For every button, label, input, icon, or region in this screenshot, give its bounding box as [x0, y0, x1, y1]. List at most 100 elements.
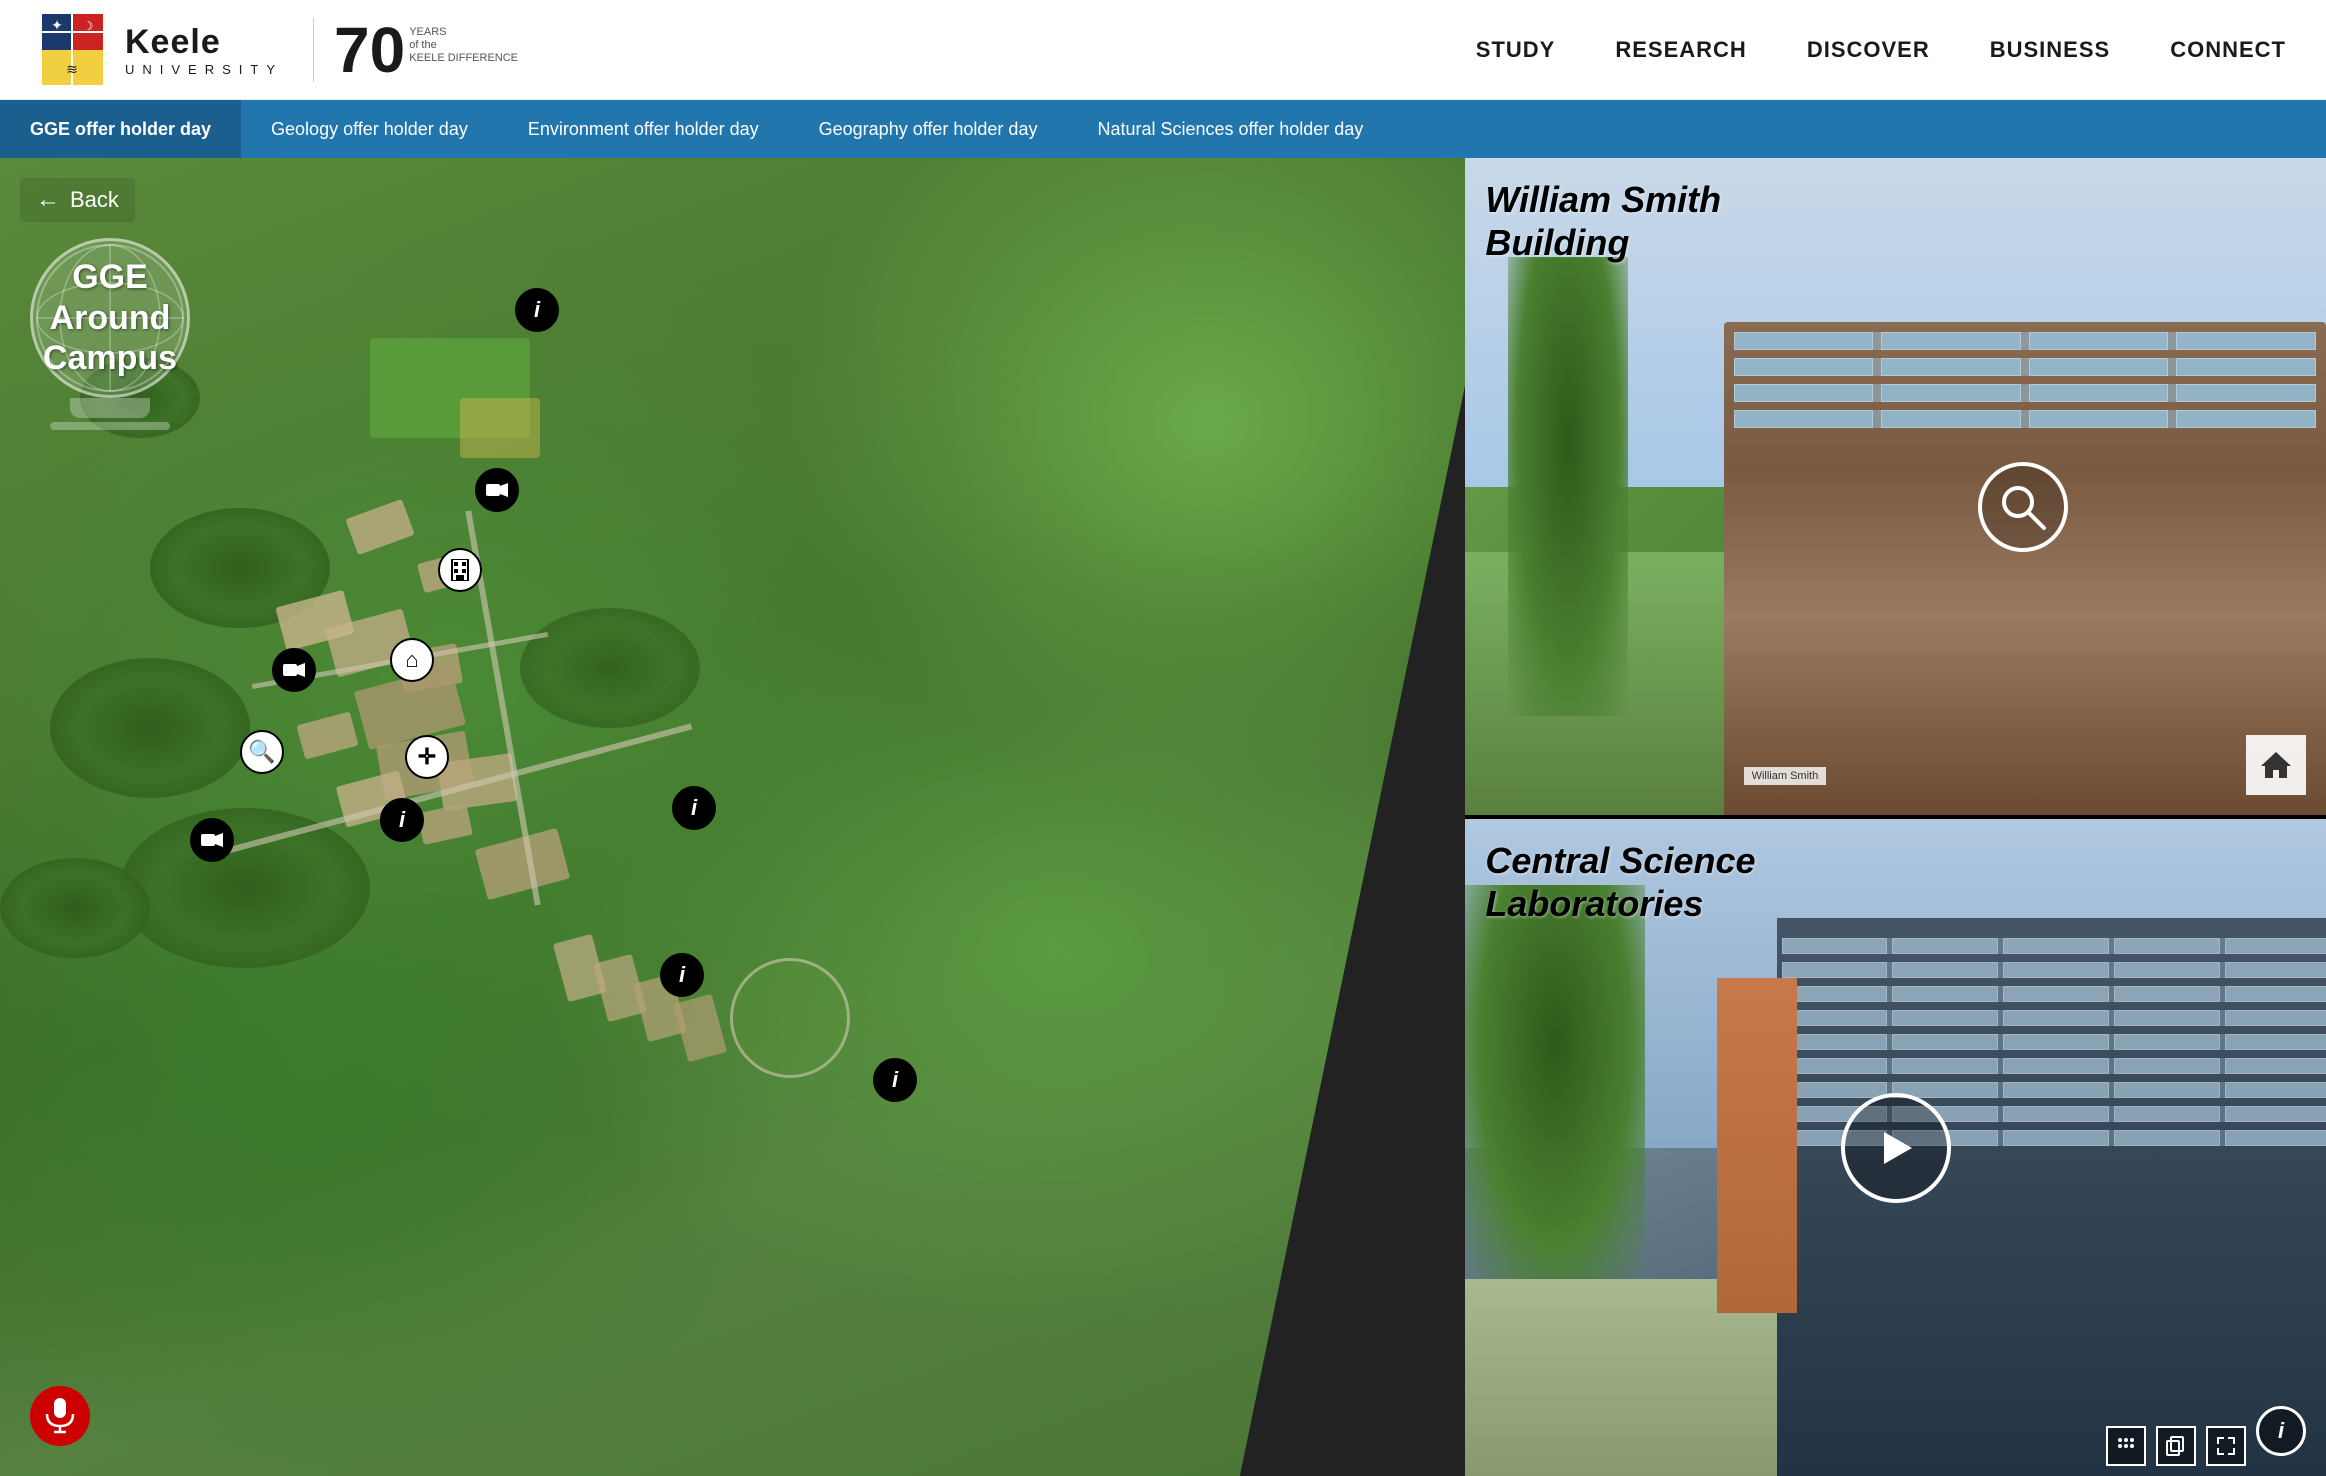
globe-stand — [70, 398, 150, 418]
william-home-button[interactable] — [2246, 735, 2306, 795]
subnav-geology[interactable]: Geology offer holder day — [241, 100, 498, 158]
sci-cell — [2114, 1106, 2220, 1122]
map-buildings[interactable] — [438, 548, 482, 592]
globe-circle: GGE Around Campus — [30, 238, 190, 398]
science-window-row-2 — [1782, 962, 2326, 978]
nav-study[interactable]: STUDY — [1476, 37, 1556, 63]
win-cell — [1734, 410, 1874, 428]
subnav-natural-sciences[interactable]: Natural Sciences offer holder day — [1067, 100, 1393, 158]
subnav-environment[interactable]: Environment offer holder day — [498, 100, 789, 158]
globe-lines-icon — [33, 241, 187, 395]
sci-cell — [2003, 962, 2109, 978]
nav-business[interactable]: BUSINESS — [1990, 37, 2110, 63]
grid-dots-icon — [2116, 1436, 2136, 1456]
sci-cell — [2003, 1082, 2109, 1098]
science-play-button[interactable] — [1841, 1093, 1951, 1203]
home-icon: ⌂ — [390, 638, 434, 682]
video-icon-2 — [272, 648, 316, 692]
campus-map[interactable]: ← Back GGE Around Campus — [0, 158, 1512, 1476]
subnav: GGE offer holder day Geology offer holde… — [0, 100, 2326, 158]
sci-cell — [2114, 938, 2220, 954]
subnav-gge[interactable]: GGE offer holder day — [0, 100, 241, 158]
building-5 — [296, 711, 358, 759]
microphone-icon — [45, 1398, 75, 1434]
science-building-facade — [1777, 918, 2326, 1476]
win-cell — [2029, 358, 2169, 376]
map-info-4[interactable]: i — [660, 953, 704, 997]
microphone-button[interactable] — [30, 1386, 90, 1446]
info-icon-1: i — [515, 288, 559, 332]
subnav-geography[interactable]: Geography offer holder day — [789, 100, 1068, 158]
svg-text:✦: ✦ — [51, 17, 63, 33]
copy-icon — [2166, 1436, 2186, 1456]
sci-cell — [1782, 986, 1888, 1002]
map-video-3[interactable] — [190, 818, 234, 862]
building-9 — [417, 803, 473, 845]
map-info-1[interactable]: i — [515, 288, 559, 332]
header: ✦ ☽ ≋ Keele UNIVERSITY 70 YEARS of the K… — [0, 0, 2326, 100]
map-move[interactable]: ✛ — [405, 735, 449, 779]
win-cell — [2029, 384, 2169, 402]
map-info-3[interactable]: i — [672, 786, 716, 830]
win-cell — [2176, 332, 2316, 350]
map-search[interactable]: 🔍 — [240, 730, 284, 774]
map-info-2[interactable]: i — [380, 798, 424, 842]
win-cell — [1881, 358, 2021, 376]
sci-cell — [2003, 1034, 2109, 1050]
william-sign: William Smith — [1744, 767, 1827, 785]
william-search-button[interactable] — [1978, 462, 2068, 552]
win-cell — [2176, 410, 2316, 428]
sci-cell — [1782, 1082, 1888, 1098]
science-info-button[interactable]: i — [2256, 1406, 2306, 1456]
building-11 — [345, 499, 414, 555]
sci-cell — [2114, 1082, 2220, 1098]
info-icon-4: i — [660, 953, 704, 997]
buildings-icon — [438, 548, 482, 592]
william-window-row-4 — [1734, 410, 2316, 428]
william-smith-card: William Smith William Smith Building — [1465, 158, 2326, 819]
science-bg-building — [1717, 978, 1797, 1313]
science-window-row-4 — [1782, 1010, 2326, 1026]
globe-base — [50, 422, 170, 430]
sci-cell — [2225, 1106, 2326, 1122]
map-video-1[interactable] — [475, 468, 519, 512]
sci-cell — [1782, 1034, 1888, 1050]
info-icon-3: i — [672, 786, 716, 830]
sci-cell — [1782, 938, 1888, 954]
video-icon-1 — [475, 468, 519, 512]
copy-button[interactable] — [2156, 1426, 2196, 1466]
logo-area: ✦ ☽ ≋ Keele UNIVERSITY 70 YEARS of the K… — [40, 12, 518, 87]
sci-cell — [2114, 986, 2220, 1002]
map-home[interactable]: ⌂ — [390, 638, 434, 682]
science-info-icon: i — [2278, 1418, 2284, 1444]
nav-connect[interactable]: CONNECT — [2170, 37, 2286, 63]
william-home-icon — [2259, 750, 2293, 780]
nav-research[interactable]: RESEARCH — [1615, 37, 1746, 63]
map-info-5[interactable]: i — [873, 1058, 917, 1102]
science-tree — [1465, 885, 1645, 1279]
back-button[interactable]: ← Back — [20, 178, 135, 222]
sci-cell — [2225, 986, 2326, 1002]
map-video-2[interactable] — [272, 648, 316, 692]
play-icon — [1876, 1128, 1916, 1168]
william-building-facade: William Smith — [1724, 322, 2326, 815]
sci-cell — [1892, 1034, 1998, 1050]
science-window-row-6 — [1782, 1058, 2326, 1074]
sci-cell — [2225, 1130, 2326, 1146]
svg-text:≋: ≋ — [66, 61, 78, 77]
sci-cell — [2114, 962, 2220, 978]
william-search-icon — [1998, 482, 2048, 532]
sci-cell — [2225, 1010, 2326, 1026]
sci-cell — [2114, 1058, 2220, 1074]
expand-button[interactable] — [2206, 1426, 2246, 1466]
nav-discover[interactable]: DISCOVER — [1807, 37, 1930, 63]
sci-cell — [2003, 1130, 2109, 1146]
sci-cell — [1892, 1058, 1998, 1074]
sci-cell — [2114, 1130, 2220, 1146]
grid-dots-button[interactable] — [2106, 1426, 2146, 1466]
science-title: Central Science Laboratories — [1485, 839, 1755, 925]
sci-cell — [2225, 1034, 2326, 1050]
win-cell — [2176, 384, 2316, 402]
accom-4 — [673, 994, 727, 1062]
william-title-line1: William Smith — [1485, 178, 1721, 221]
